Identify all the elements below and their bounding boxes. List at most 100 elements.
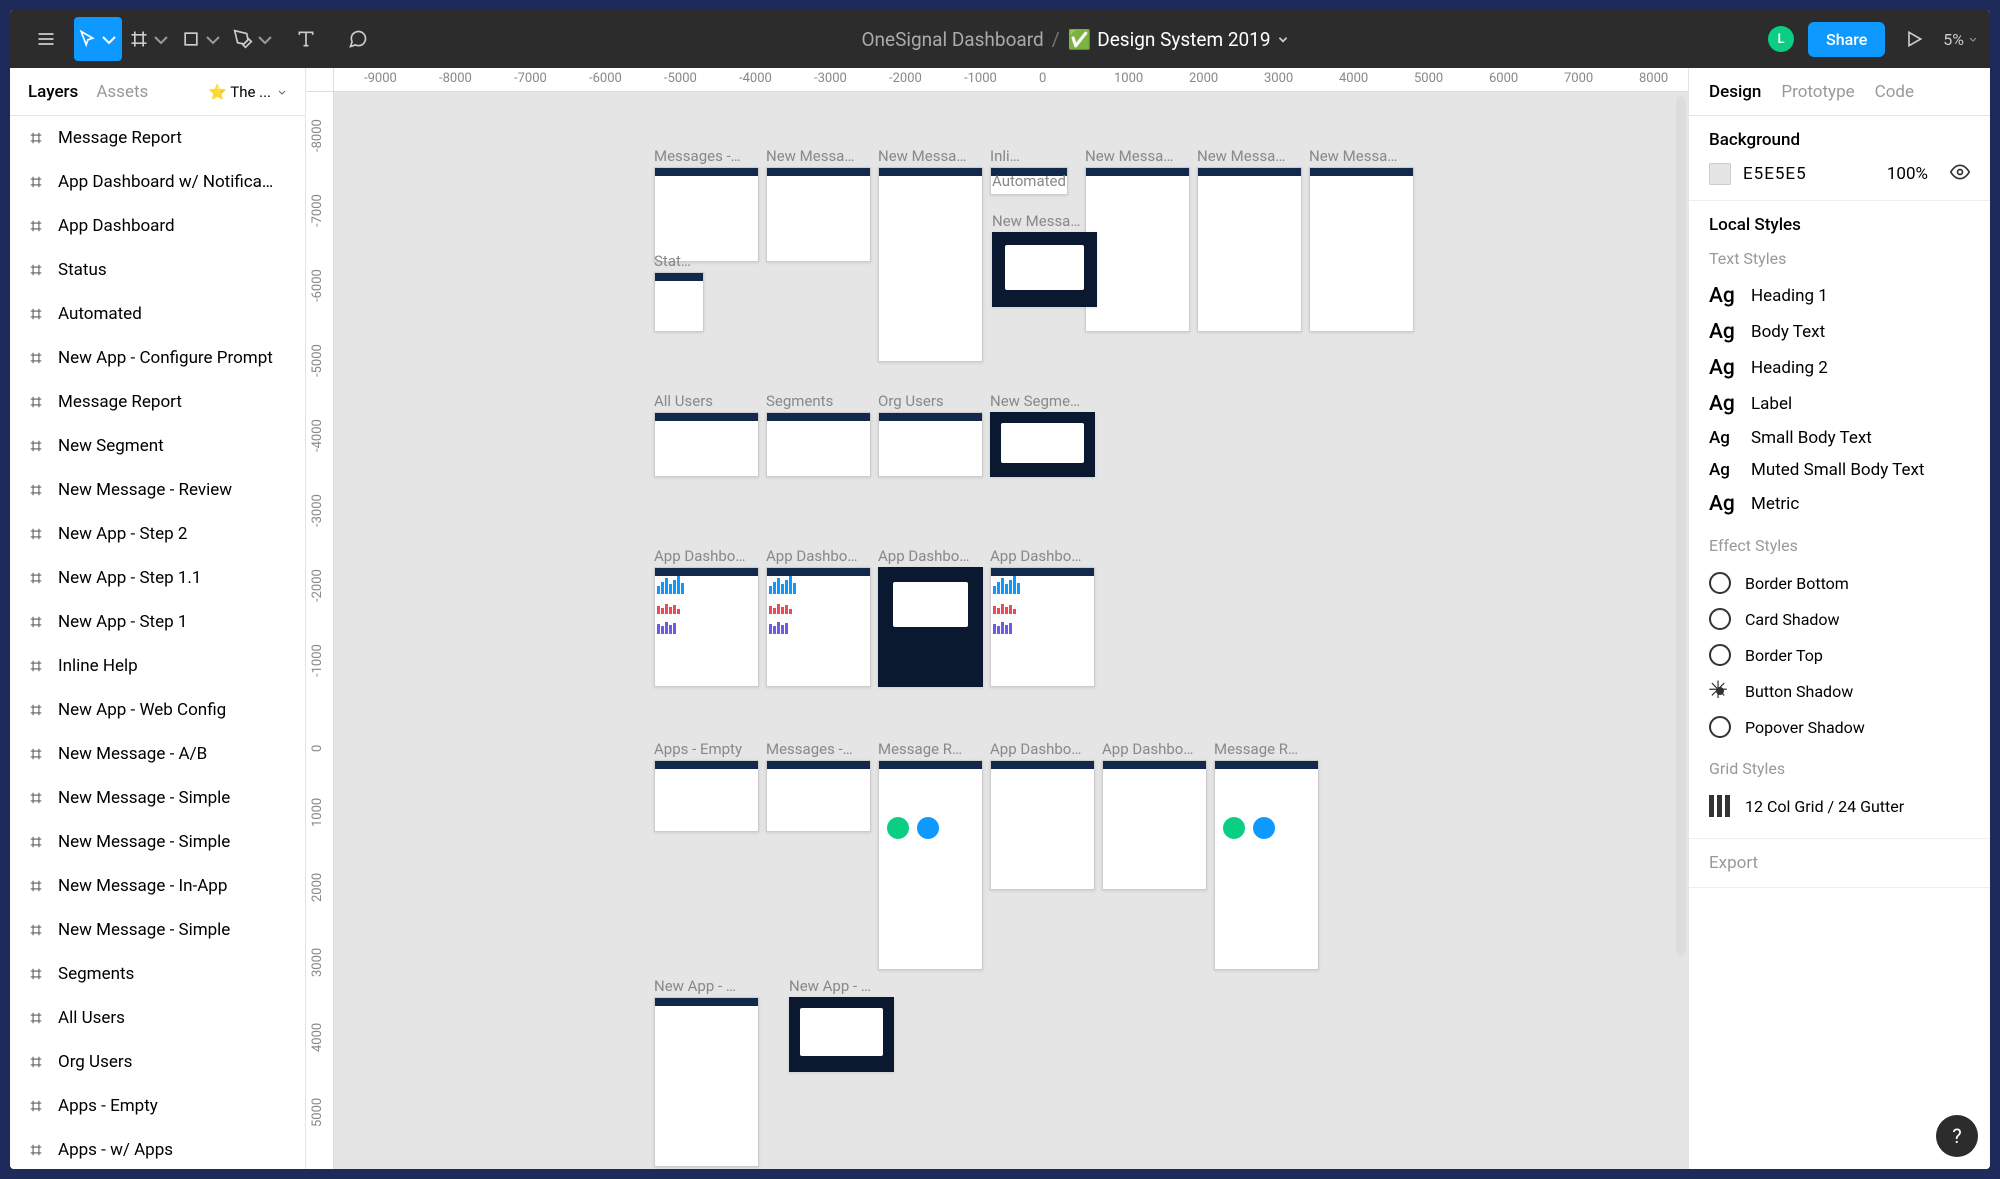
layer-item[interactable]: New App - Step 2 [10,512,305,556]
frame-thumbnail[interactable] [766,567,871,687]
frame-label[interactable]: Org Users [878,392,944,410]
frame-label[interactable]: New Messa… [766,147,854,165]
layer-item[interactable]: All Users [10,996,305,1040]
layer-item[interactable]: New Segment [10,424,305,468]
scrollbar-vertical[interactable] [1676,96,1686,956]
bg-hex[interactable]: E5E5E5 [1743,164,1807,184]
text-style-item[interactable]: AgHeading 1 [1709,278,1970,314]
frame-label[interactable]: App Dashbo… [654,547,745,565]
move-tool[interactable] [74,17,122,61]
grid-style-item[interactable]: 12 Col Grid / 24 Gutter [1709,788,1970,824]
frame-thumbnail[interactable] [654,997,759,1167]
frame-label[interactable]: New Messa… [1309,147,1397,165]
frame-thumbnail[interactable] [766,760,871,832]
tab-layers[interactable]: Layers [28,82,78,102]
tab-design[interactable]: Design [1709,82,1761,102]
layer-item[interactable]: New Message - Simple [10,908,305,952]
frame-thumbnail[interactable] [1309,167,1414,332]
frame-label[interactable]: Automated [992,172,1066,190]
text-style-item[interactable]: AgHeading 2 [1709,350,1970,386]
frame-thumbnail[interactable] [878,412,983,477]
frame-thumbnail[interactable] [1102,760,1207,890]
frame-label[interactable]: App Dashbo… [1102,740,1193,758]
layer-item[interactable]: Org Users [10,1040,305,1084]
layer-item[interactable]: New Message - In-App [10,864,305,908]
layer-item[interactable]: App Dashboard w/ Notifica… [10,160,305,204]
frame-label[interactable]: App Dashbo… [990,740,1081,758]
layer-item[interactable]: Apps - Empty [10,1084,305,1128]
layer-item[interactable]: New App - Step 1.1 [10,556,305,600]
frame-label[interactable]: App Dashbo… [878,547,969,565]
bg-opacity[interactable]: 100% [1887,164,1928,184]
text-style-item[interactable]: AgMuted Small Body Text [1709,454,1970,486]
layer-item[interactable]: Message Report [10,116,305,160]
frame-thumbnail[interactable] [1197,167,1302,332]
frame-thumbnail[interactable] [654,567,759,687]
comment-tool[interactable] [334,17,382,61]
frame-label[interactable]: All Users [654,392,713,410]
layer-item[interactable]: Segments [10,952,305,996]
layer-item[interactable]: App Dashboard [10,204,305,248]
text-style-item[interactable]: AgSmall Body Text [1709,422,1970,454]
frame-thumbnail[interactable] [992,232,1097,307]
tab-assets[interactable]: Assets [96,82,148,102]
effect-style-item[interactable]: Card Shadow [1709,601,1970,637]
frame-label[interactable]: App Dashbo… [990,547,1081,565]
tab-code[interactable]: Code [1875,82,1914,102]
zoom-level[interactable]: 5% [1943,30,1978,49]
layer-item[interactable]: Message Report [10,380,305,424]
text-tool[interactable] [282,17,330,61]
frame-thumbnail[interactable] [766,167,871,262]
layer-item[interactable]: New Message - A/B [10,732,305,776]
bg-swatch[interactable] [1709,163,1731,185]
frame-thumbnail[interactable] [990,567,1095,687]
frame-label[interactable]: New App - … [654,977,736,995]
frame-thumbnail[interactable] [990,412,1095,477]
layer-item[interactable]: New Message - Review [10,468,305,512]
frame-thumbnail[interactable] [878,760,983,970]
effect-style-item[interactable]: Popover Shadow [1709,709,1970,745]
effect-style-item[interactable]: Button Shadow [1709,673,1970,709]
frame-label[interactable]: New Messa… [1085,147,1173,165]
frame-thumbnail[interactable] [654,760,759,832]
layer-item[interactable]: New App - Configure Prompt [10,336,305,380]
layer-item[interactable]: New Message - Simple [10,820,305,864]
frame-thumbnail[interactable] [766,412,871,477]
layer-item[interactable]: Automated [10,292,305,336]
effect-style-item[interactable]: Border Top [1709,637,1970,673]
frame-label[interactable]: New Messa… [992,212,1080,230]
export-title[interactable]: Export [1709,853,1970,873]
frame-thumbnail[interactable] [1214,760,1319,970]
layer-item[interactable]: New App - Web Config [10,688,305,732]
frame-label[interactable]: Segments [766,392,833,410]
frame-thumbnail[interactable] [789,997,894,1072]
tab-prototype[interactable]: Prototype [1781,82,1854,102]
layer-item[interactable]: Inline Help [10,644,305,688]
help-button[interactable]: ? [1936,1115,1978,1157]
frame-label[interactable]: Message R… [1214,740,1298,758]
frame-label[interactable]: App Dashbo… [766,547,857,565]
menu-button[interactable] [22,17,70,61]
frame-label[interactable]: New Segme… [990,392,1080,410]
frame-label[interactable]: New App - … [789,977,871,995]
text-style-item[interactable]: AgLabel [1709,386,1970,422]
frame-tool[interactable] [126,17,174,61]
shape-tool[interactable] [178,17,226,61]
effect-style-item[interactable]: Border Bottom [1709,565,1970,601]
frame-label[interactable]: New Messa… [1197,147,1285,165]
frame-thumbnail[interactable] [1085,167,1190,332]
frame-label[interactable]: Messages -… [766,740,853,758]
canvas[interactable]: -9000-8000-7000-6000-5000-4000-3000-2000… [306,68,1688,1169]
breadcrumb[interactable]: OneSignal Dashboard / ✅ Design System 20… [382,28,1768,51]
layer-item[interactable]: Status [10,248,305,292]
visibility-icon[interactable] [1950,162,1970,186]
avatar[interactable]: L [1768,26,1794,52]
frame-thumbnail[interactable] [654,167,759,262]
frame-label[interactable]: Inli… [990,147,1020,165]
frame-thumbnail[interactable] [654,412,759,477]
frame-label[interactable]: Stat… [654,252,691,270]
frame-label[interactable]: Message R… [878,740,962,758]
present-button[interactable] [1899,17,1929,61]
frame-label[interactable]: New Messa… [878,147,966,165]
layer-item[interactable]: Apps - w/ Apps [10,1128,305,1169]
